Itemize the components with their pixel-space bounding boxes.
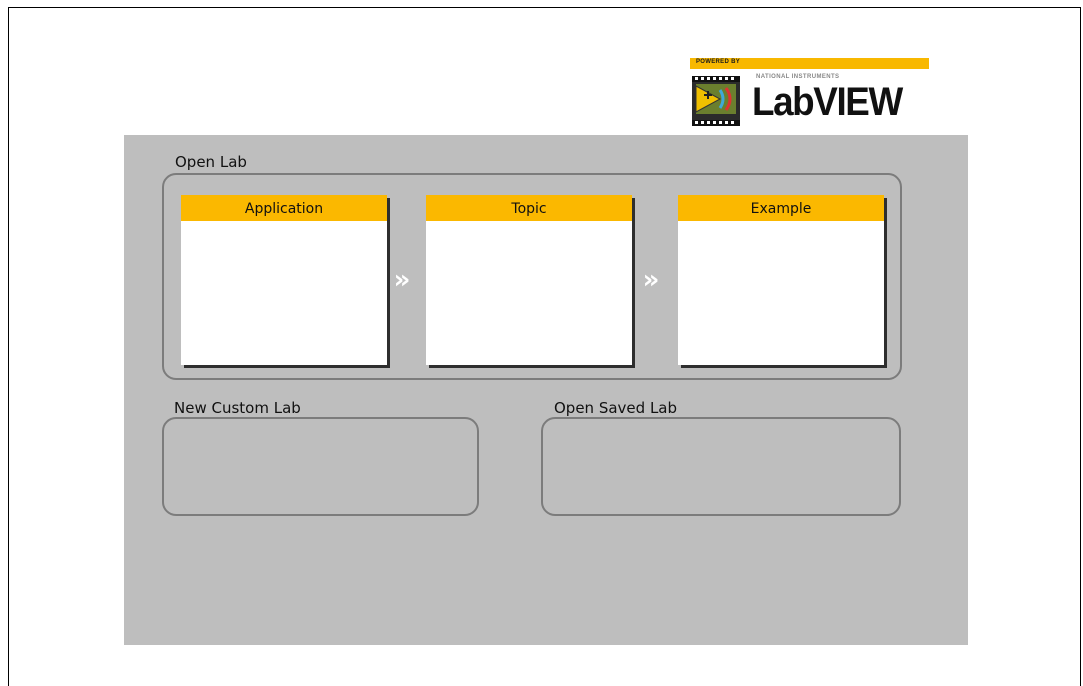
open-saved-lab-label: Open Saved Lab <box>554 399 678 417</box>
chevron-right-icon: » <box>642 265 660 295</box>
new-custom-lab-group[interactable] <box>162 417 479 516</box>
topic-list-header: Topic <box>426 195 632 221</box>
open-lab-label: Open Lab <box>175 153 247 171</box>
labview-icon <box>692 76 740 126</box>
logo-product-name: LabVIEW <box>752 80 903 124</box>
open-saved-lab-group[interactable] <box>541 417 901 516</box>
application-list-header: Application <box>181 195 387 221</box>
example-list-header: Example <box>678 195 884 221</box>
chevron-right-icon: » <box>393 265 411 295</box>
new-custom-lab-label: New Custom Lab <box>174 399 301 417</box>
labview-logo: POWERED BY NATIONAL INSTRUMENTS LabVIEW <box>690 58 930 130</box>
topic-list[interactable]: Topic <box>426 195 632 365</box>
logo-banner: POWERED BY <box>690 58 929 69</box>
example-list[interactable]: Example <box>678 195 884 365</box>
logo-powered-by: POWERED BY <box>696 59 741 65</box>
application-list[interactable]: Application <box>181 195 387 365</box>
main-panel: Open Lab Application » Topic » Example N… <box>124 135 968 645</box>
